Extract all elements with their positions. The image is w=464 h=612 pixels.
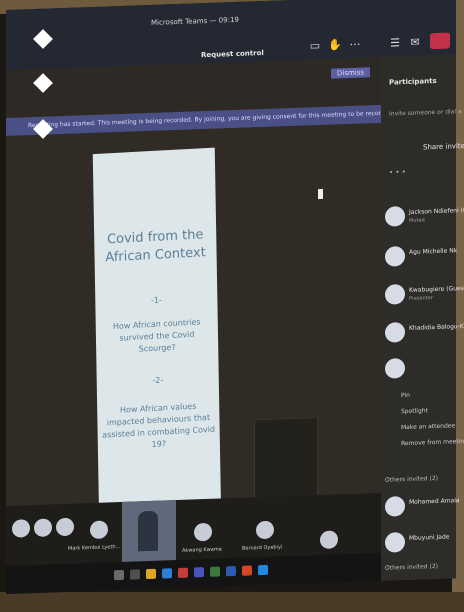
participant-video-tile[interactable]: [122, 500, 176, 564]
participant-video-person: [138, 510, 158, 552]
avatar[interactable]: [34, 518, 52, 538]
avatar[interactable]: [320, 530, 338, 550]
participant-status: Muted: [409, 217, 425, 224]
participant-name: Khadidia Balogu-Kun: [409, 322, 464, 332]
tile-label: Mark Kemboi Lyeth...: [68, 544, 121, 552]
participant-row[interactable]: Jackson Ndiefeni (Guest) Muted: [385, 204, 464, 230]
video-tile-dark[interactable]: [254, 417, 318, 500]
participant-row[interactable]: Kwabugiere (Guest) Presenter: [385, 282, 464, 308]
raise-hand-icon[interactable]: ✋: [328, 38, 342, 52]
more-options-icon[interactable]: • • •: [389, 168, 406, 177]
participant-name: Kwabugiere (Guest): [409, 284, 464, 294]
search-icon[interactable]: [114, 569, 124, 581]
participant-row[interactable]: Agu Michelle Nk: [385, 244, 458, 270]
participants-icon[interactable]: ☰: [388, 36, 402, 50]
participant-name: Mbuyuni Jade: [409, 533, 450, 542]
leave-button[interactable]: [430, 32, 450, 50]
window-title: Microsoft Teams — 09:19: [151, 15, 239, 27]
slide-point-number-2: -2-: [152, 375, 164, 385]
participant-row[interactable]: Khadidia Balogu-Kun: [385, 320, 464, 346]
edge-icon[interactable]: [162, 568, 172, 579]
projected-screen: Microsoft Teams — 09:19 Request control …: [6, 0, 464, 595]
desk-edge: [0, 592, 464, 612]
others-invited-section[interactable]: Others invited (2): [385, 475, 438, 484]
office-icon[interactable]: [242, 565, 252, 576]
avatar: [385, 496, 405, 517]
tile-label: Bernard Oyebiyi: [242, 544, 283, 552]
context-menu-make-attendee[interactable]: Make an attendee: [401, 422, 455, 431]
task-view-icon[interactable]: [130, 569, 140, 580]
context-menu-pin[interactable]: Pin: [401, 392, 410, 399]
slide-point-1: How African countries survived the Covid…: [112, 317, 201, 354]
chat-icon[interactable]: ✉: [408, 35, 422, 49]
dismiss-button[interactable]: Dismiss: [331, 67, 371, 79]
presentation-slide: Covid from the African Context -1- How A…: [92, 147, 222, 528]
avatar: [385, 246, 405, 267]
avatar: [385, 358, 405, 379]
slide-title: Covid from the African Context: [105, 227, 206, 266]
invite-input[interactable]: Invite someone or dial a number: [389, 107, 464, 117]
participant-row[interactable]: [385, 356, 456, 382]
file-explorer-icon[interactable]: [146, 568, 156, 580]
avatar: [385, 284, 405, 305]
mouse-pointer-icon: [318, 188, 323, 200]
slide-point-2: How African values impacted behaviours t…: [102, 401, 216, 450]
avatar[interactable]: [56, 517, 74, 537]
teams-icon[interactable]: [194, 567, 204, 578]
share-invite-button[interactable]: Share invite: [423, 142, 464, 151]
excel-icon[interactable]: [210, 566, 220, 577]
participant-status: Presenter: [409, 295, 433, 302]
more-actions-icon[interactable]: ⋯: [348, 38, 362, 52]
participant-row[interactable]: Mohamed Amala: [385, 494, 460, 520]
shared-content-stage: Covid from the African Context -1- How A…: [6, 122, 381, 528]
avatar[interactable]: [194, 522, 212, 542]
powerpoint-icon[interactable]: [178, 567, 188, 578]
participant-row[interactable]: Mbuyuni Jade: [385, 530, 456, 556]
participant-name: Jackson Ndiefeni (Guest): [409, 206, 464, 216]
context-menu-spotlight[interactable]: Spotlight: [401, 407, 428, 415]
slide-point-number-1: -1-: [150, 295, 162, 306]
guests-section[interactable]: Others invited (2): [385, 563, 438, 572]
participant-name: Mohamed Amala: [409, 497, 460, 506]
tile-label: Akwang Kwame: [182, 546, 222, 554]
participants-panel: Participants Invite someone or dial a nu…: [381, 54, 464, 581]
avatar[interactable]: [12, 519, 30, 538]
participants-title: Participants: [389, 76, 437, 87]
participant-name: Agu Michelle Nk: [409, 247, 458, 256]
avatar: [385, 532, 405, 553]
context-menu-remove[interactable]: Remove from meeting: [401, 438, 464, 447]
avatar[interactable]: [90, 520, 108, 540]
word-icon[interactable]: [226, 565, 236, 577]
avatar: [385, 206, 405, 227]
request-control-button[interactable]: Request control: [201, 49, 264, 59]
camera-icon[interactable]: ▭: [308, 39, 322, 53]
avatar[interactable]: [256, 520, 274, 540]
outlook-icon[interactable]: [258, 564, 268, 576]
avatar: [385, 322, 405, 343]
